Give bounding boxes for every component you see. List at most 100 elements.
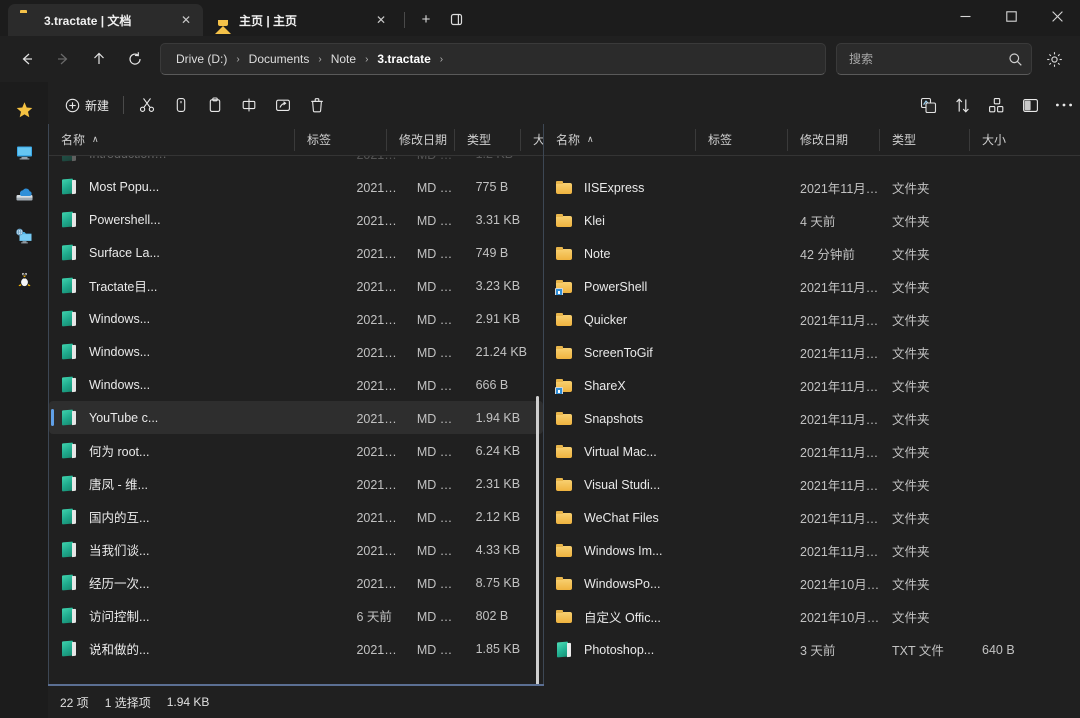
close-icon[interactable]: ✕: [370, 9, 392, 31]
table-row[interactable]: ScreenToGif2021年11月3日文件夹: [544, 336, 1080, 369]
column-header-modified[interactable]: 修改日期: [387, 129, 455, 151]
table-row[interactable]: Windows...2021年11月...MD 文件666 B: [49, 368, 543, 401]
column-header-type[interactable]: 类型: [880, 129, 970, 151]
left-vertical-scrollbar[interactable]: [536, 396, 539, 718]
sidebar-item-this-pc[interactable]: [8, 138, 40, 166]
column-header-name[interactable]: 名称 ∧: [49, 129, 295, 151]
table-row[interactable]: Windows...2021年11月...MD 文件2.91 KB: [49, 302, 543, 335]
table-row[interactable]: Powershell...2021年11月...MD 文件3.31 KB: [49, 203, 543, 236]
table-row[interactable]: 自定义 Offic...2021年10月19...文件夹: [544, 600, 1080, 633]
dual-pane-icon: [920, 97, 937, 114]
table-row[interactable]: Snapshots2021年11月1日文件夹: [544, 402, 1080, 435]
paste-button[interactable]: [199, 90, 231, 120]
breadcrumb-item[interactable]: Drive (D:): [171, 50, 232, 68]
new-button[interactable]: 新建: [58, 90, 116, 120]
view-button[interactable]: [980, 90, 1012, 120]
column-header-size[interactable]: 大小: [521, 129, 543, 151]
file-name-label: Windows...: [89, 345, 150, 359]
minimize-button[interactable]: [942, 0, 988, 32]
table-row[interactable]: 何为 root...2021年11月...MD 文件6.24 KB: [49, 434, 543, 467]
table-row[interactable]: Photoshop...3 天前TXT 文件640 B: [544, 633, 1080, 666]
network-folder-icon: [15, 227, 34, 246]
table-row[interactable]: 国内的互...2021年11月...MD 文件2.12 KB: [49, 500, 543, 533]
file-size-cell: 1.2 KB: [464, 156, 543, 161]
file-name-cell: ShareX: [544, 377, 696, 394]
table-row[interactable]: ShareX2021年11月3日文件夹: [544, 369, 1080, 402]
folder-icon: [556, 377, 573, 394]
file-name-cell: Surface La...: [49, 244, 263, 261]
close-icon[interactable]: ✕: [175, 9, 197, 31]
table-row[interactable]: IISExpress2021年11月9日文件夹: [544, 171, 1080, 204]
table-row[interactable]: Virtual Mac...2021年11月3日文件夹: [544, 435, 1080, 468]
breadcrumb-item[interactable]: Documents: [244, 50, 315, 68]
tab-home[interactable]: 主页 | 主页 ✕: [203, 4, 398, 36]
table-row[interactable]: Windows...2021年11月...MD 文件21.24 KB: [49, 335, 543, 368]
file-modified-cell: 6 天前: [344, 606, 404, 625]
table-row[interactable]: Note42 分钟前文件夹: [544, 237, 1080, 270]
sidebar-item-onedrive[interactable]: [8, 180, 40, 208]
table-row[interactable]: WindowsPo...2021年10月29...文件夹: [544, 567, 1080, 600]
status-item-count: 22 项: [60, 694, 89, 711]
table-row[interactable]: YouTube c...2021年11月...MD 文件1.94 KB: [49, 401, 543, 434]
cut-button[interactable]: [131, 90, 163, 120]
address-breadcrumb-bar[interactable]: Drive (D:) › Documents › Note › 3.tracta…: [160, 43, 826, 75]
search-box[interactable]: [836, 43, 1032, 75]
sidebar-item-favorites[interactable]: [8, 96, 40, 124]
new-tab-button[interactable]: +: [411, 4, 441, 34]
gear-icon[interactable]: [1038, 43, 1070, 75]
sidebar-item-network[interactable]: [8, 222, 40, 250]
table-row[interactable]: Introduction…2021年11月…MD 文件1.2 KB: [49, 156, 543, 170]
table-row[interactable]: Klei4 天前文件夹: [544, 204, 1080, 237]
rename-button[interactable]: [233, 90, 265, 120]
tab-list-icon[interactable]: [441, 4, 471, 34]
file-name-label: 唐凤 - 维...: [89, 474, 148, 493]
file-type-cell: 文件夹: [880, 178, 970, 197]
column-header-tags[interactable]: 标签: [696, 129, 788, 151]
forward-button[interactable]: [46, 43, 80, 75]
table-row[interactable]: 说和做的...2021年11月...MD 文件1.85 KB: [49, 632, 543, 665]
tab-3-tractate[interactable]: 3.tractate | 文档 ✕: [8, 4, 203, 36]
maximize-button[interactable]: [988, 0, 1034, 32]
column-header-modified[interactable]: 修改日期: [788, 129, 880, 151]
more-button[interactable]: [1048, 90, 1080, 120]
close-button[interactable]: [1034, 0, 1080, 32]
table-row[interactable]: 访问控制...6 天前MD 文件802 B: [49, 599, 543, 632]
column-header-tags[interactable]: 标签: [295, 129, 387, 151]
column-header-size[interactable]: 大小: [970, 129, 1060, 151]
file-type-cell: MD 文件: [405, 342, 464, 361]
delete-button[interactable]: [301, 90, 333, 120]
table-row[interactable]: WeChat Files2021年11月3日文件夹: [544, 501, 1080, 534]
column-header-type[interactable]: 类型: [455, 129, 521, 151]
copy-button[interactable]: [165, 90, 197, 120]
new-button-label: 新建: [85, 97, 109, 114]
table-row[interactable]: PowerShell2021年11月3日文件夹: [544, 270, 1080, 303]
table-row[interactable]: 唐凤 - 维...2021年11月...MD 文件2.31 KB: [49, 467, 543, 500]
table-row[interactable]: 当我们谈...2021年11月...MD 文件4.33 KB: [49, 533, 543, 566]
search-input[interactable]: [849, 52, 1008, 66]
layout-button[interactable]: [1014, 90, 1046, 120]
table-row[interactable]: Most Popu...2021年11月...MD 文件775 B: [49, 170, 543, 203]
column-header-label: 大小: [533, 131, 543, 148]
table-row[interactable]: Tractate目...2021年11月...MD 文件3.23 KB: [49, 269, 543, 302]
breadcrumb-item-current[interactable]: 3.tractate: [372, 50, 435, 68]
table-row[interactable]: Quicker2021年11月3日文件夹: [544, 303, 1080, 336]
column-header-name[interactable]: 名称 ∧: [544, 129, 696, 151]
refresh-button[interactable]: [118, 43, 152, 75]
file-type-cell: MD 文件: [405, 177, 464, 196]
file-name-label: Windows...: [89, 378, 150, 392]
table-row[interactable]: Visual Studi...2021年11月9日文件夹: [544, 468, 1080, 501]
tab-separator: [404, 12, 405, 28]
table-row[interactable]: Surface La...2021年11月...MD 文件749 B: [49, 236, 543, 269]
breadcrumb-item[interactable]: Note: [326, 50, 361, 68]
sidebar-item-linux[interactable]: [8, 264, 40, 292]
table-row[interactable]: 经历一次...2021年11月...MD 文件8.75 KB: [49, 566, 543, 599]
share-button[interactable]: [267, 90, 299, 120]
partial-top-row[interactable]: Introduction…2021年11月…MD 文件1.2 KB: [49, 156, 543, 170]
sort-button[interactable]: [946, 90, 978, 120]
search-icon[interactable]: [1008, 52, 1023, 67]
dual-pane-button[interactable]: [912, 90, 944, 120]
file-modified-cell: 2021年11月...: [344, 408, 404, 427]
up-button[interactable]: [82, 43, 116, 75]
back-button[interactable]: [10, 43, 44, 75]
table-row[interactable]: Windows Im...2021年11月3日文件夹: [544, 534, 1080, 567]
